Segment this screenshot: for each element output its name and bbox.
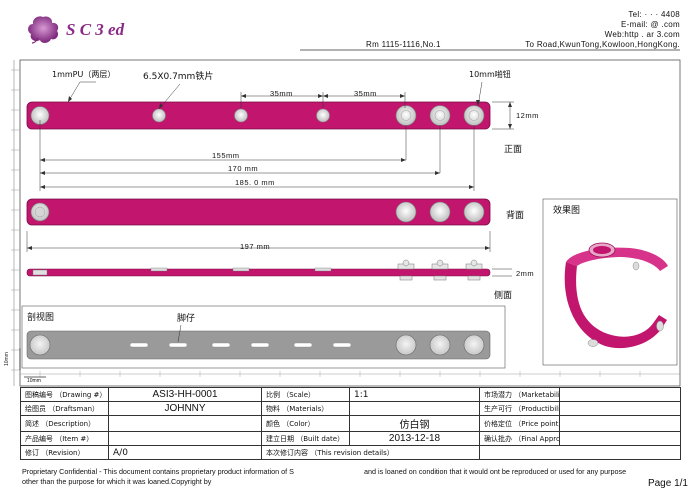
- draftsman-label: 绘图员 （Draftsman）: [20, 401, 109, 416]
- built-date-label: 建立日期 （Built date）: [261, 431, 350, 446]
- productibility-label: 生产可行 （Productibility）: [479, 401, 560, 416]
- view-front-label: 正面: [504, 145, 523, 155]
- page-number: Page 1/1: [647, 478, 688, 489]
- item-value: [108, 431, 262, 446]
- front-snap-button: [395, 105, 417, 126]
- dim-185mm: 185. 0 mm: [235, 178, 275, 187]
- color-value: 仿白钢: [349, 415, 480, 432]
- dim-155mm: 155mm: [212, 151, 240, 160]
- color-label: 颜色 （Color）: [261, 415, 350, 432]
- drawing-no-value: ASI3-HH-0001: [108, 387, 262, 402]
- materials-label: 物料 （Materials）: [261, 401, 350, 416]
- back-snap-cap: [429, 201, 451, 223]
- built-date-value: 2013-12-18: [349, 431, 480, 446]
- footer-confidential-2: other than the purpose for which it was …: [22, 477, 212, 486]
- title-block: 图稿编号 （Drawing #） ASI3-HH-0001 比例 （Scale）…: [20, 387, 681, 460]
- revision-details-value: [479, 445, 681, 460]
- marketability-label: 市场潜力 （Marketability）: [479, 387, 560, 402]
- dim-35mm-left: 35mm: [270, 89, 293, 98]
- marketability-value: [559, 387, 681, 402]
- label-iron-plate: 6.5X0.7mm铁片: [143, 72, 214, 82]
- front-snap-button: [463, 105, 485, 126]
- side-strap: [26, 268, 491, 277]
- footer-confidential-1b: and is loaned on condition that it would…: [364, 467, 627, 476]
- back-snap-cap: [463, 201, 485, 223]
- productibility-value: [559, 401, 681, 416]
- revision-label: 修订 （Revision）: [20, 445, 109, 460]
- dim-35mm-right: 35mm: [354, 89, 377, 98]
- approval-label: 确认批办 （Final Approval）: [479, 431, 560, 446]
- approval-value: [559, 431, 681, 446]
- front-snap-button: [429, 105, 451, 126]
- label-snap-button: 10mm啪钮: [469, 70, 511, 79]
- technical-drawing: [21, 81, 678, 369]
- materials-value: [349, 401, 480, 416]
- price-label: 价格定位 （Price point）: [479, 415, 560, 432]
- scale-label: 比例 （Scale）: [261, 387, 350, 402]
- description-label: 简述 （Description）: [20, 415, 109, 432]
- back-snap-cap: [395, 201, 417, 223]
- table-row: 图稿编号 （Drawing #） ASI3-HH-0001 比例 （Scale）…: [20, 387, 681, 402]
- price-value: [559, 415, 681, 432]
- dim-2mm: 2mm: [516, 269, 535, 278]
- drawing-no-label: 图稿编号 （Drawing #）: [20, 387, 109, 402]
- view-back-label: 背面: [506, 211, 525, 221]
- front-plate: [152, 108, 166, 123]
- back-strap: [26, 198, 491, 226]
- front-plate: [234, 108, 248, 123]
- table-row: 修订 （Revision） A/0 本次修订内容 （This revision …: [20, 445, 681, 460]
- table-row: 产品编号 （Item #） 建立日期 （Built date） 2013-12-…: [20, 431, 681, 446]
- description-value: [108, 415, 262, 432]
- item-label: 产品编号 （Item #）: [20, 431, 109, 446]
- revision-value: A/0: [108, 445, 262, 460]
- view-side-label: 侧面: [494, 291, 513, 301]
- label-feet: 脚仔: [177, 314, 196, 324]
- revision-details-label: 本次修订内容 （This revision details）: [261, 445, 480, 460]
- footer-confidential-1a: Proprietary Confidential - This document…: [22, 467, 294, 476]
- scale-value: 1:1: [349, 387, 480, 402]
- dim-197mm: 197 mm: [240, 242, 271, 251]
- scale-10mm-vertical: 10mm: [4, 352, 10, 366]
- dim-12mm: 12mm: [516, 111, 539, 120]
- draftsman-value: JOHNNY: [108, 401, 262, 416]
- effect-view-title: 效果图: [553, 206, 581, 216]
- view-section-label: 剖视图: [27, 313, 55, 323]
- dim-170mm: 170 mm: [228, 164, 259, 173]
- scale-10mm-horizontal: 10mm: [27, 378, 41, 384]
- table-row: 绘图员 （Draftsman） JOHNNY 物料 （Materials） 生产…: [20, 401, 681, 416]
- front-plate: [316, 108, 330, 123]
- front-strap: [26, 101, 491, 130]
- table-row: 简述 （Description） 颜色 （Color） 仿白钢 价格定位 （Pr…: [20, 415, 681, 432]
- label-pu-layers: 1mmPU（两层）: [52, 70, 116, 79]
